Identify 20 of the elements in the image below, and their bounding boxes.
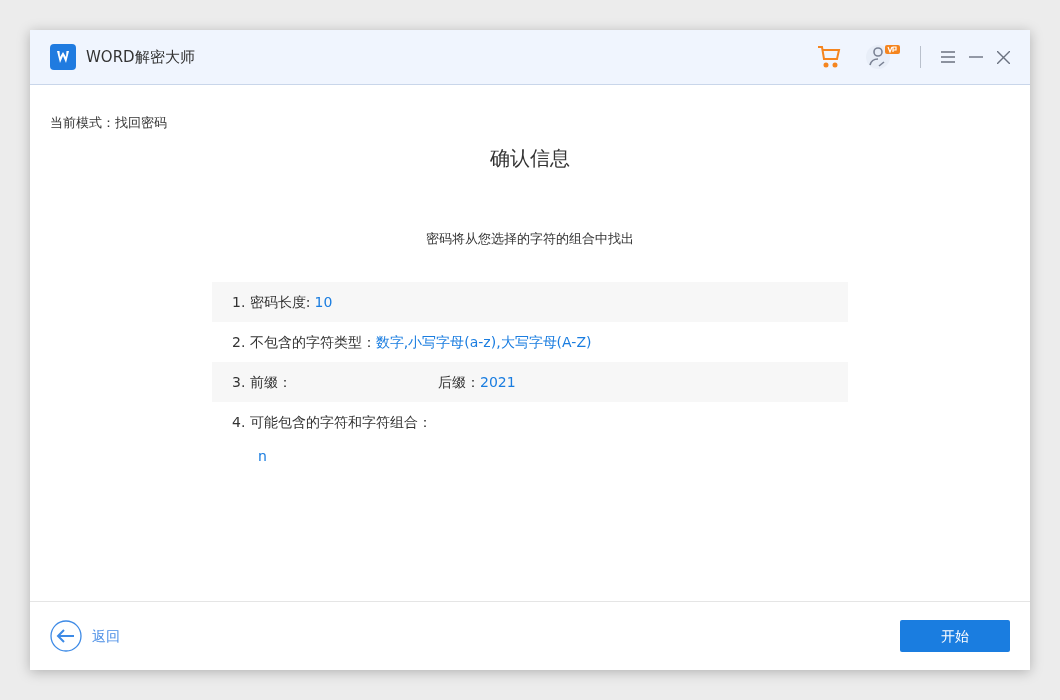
user-vip-icon[interactable] bbox=[866, 43, 902, 71]
window-title: WORD解密大师 bbox=[86, 46, 195, 68]
row-label: 3. 前缀： bbox=[232, 373, 292, 390]
row-label: 4. 可能包含的字符和字符组合： bbox=[232, 412, 432, 432]
page-heading: 确认信息 bbox=[490, 144, 570, 172]
row-value: 数字,小写字母(a-z),大写字母(A-Z) bbox=[375, 332, 592, 352]
mode-label: 当前模式：找回密码 bbox=[50, 114, 167, 132]
subtitle: 密码将从您选择的字符的组合中找出 bbox=[426, 229, 634, 248]
combination-value: n bbox=[258, 447, 267, 466]
app-logo-icon bbox=[50, 44, 76, 70]
start-button[interactable]: 开始 bbox=[900, 620, 1010, 652]
row-value: 2021 bbox=[480, 372, 516, 392]
row-value: 10 bbox=[314, 292, 333, 312]
close-icon[interactable] bbox=[997, 50, 1010, 64]
back-button[interactable]: 返回 bbox=[50, 620, 120, 652]
menu-icon[interactable] bbox=[941, 51, 955, 63]
row-label: 1. 密码长度: bbox=[232, 292, 311, 312]
row-label: 2. 不包含的字符类型： bbox=[232, 332, 376, 352]
row-label: 后缀： bbox=[438, 372, 480, 392]
cart-icon[interactable] bbox=[817, 45, 841, 69]
